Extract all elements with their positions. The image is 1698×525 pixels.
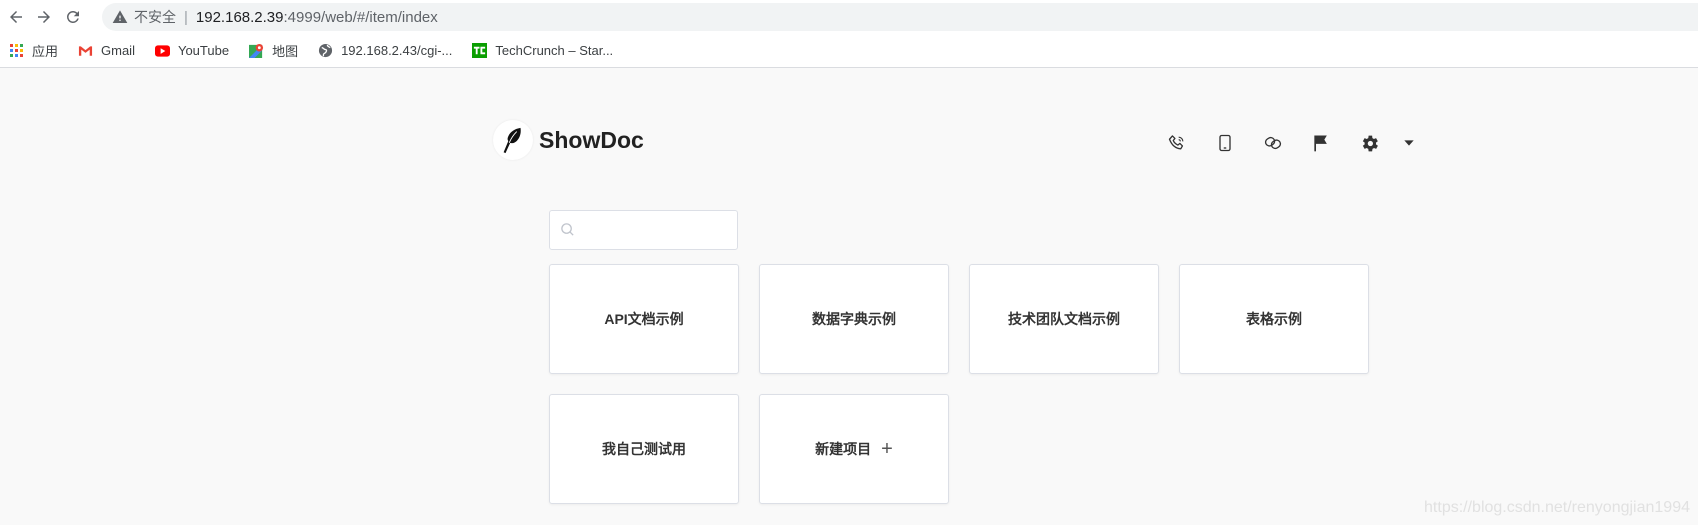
bookmark-maps[interactable]: 地图: [249, 41, 298, 60]
watermark: https://blog.csdn.net/renyongjian1994: [1424, 499, 1690, 516]
arrow-right-icon: [38, 11, 50, 23]
bookmark-label: YouTube: [177, 43, 230, 58]
phone-button[interactable]: [1165, 131, 1189, 155]
mobile-button[interactable]: [1213, 131, 1237, 155]
browser-toolbar: 不安全 | 192.168.2.39 :4999/web/#/item/inde…: [0, 0, 1698, 34]
forward-button[interactable]: [31, 4, 57, 30]
link-icon: [1264, 136, 1282, 150]
new-project-label: 新建项目: [815, 441, 872, 457]
project-card-my-test[interactable]: 我自己测试用: [549, 394, 739, 504]
arrow-left-icon: [10, 11, 22, 23]
bookmark-label: 地图: [272, 44, 299, 59]
app-name: ShowDoc: [539, 126, 644, 153]
bookmark-apps[interactable]: 应用: [9, 41, 58, 60]
caret-down-icon: [1404, 140, 1414, 146]
project-title: 我自己测试用: [602, 441, 686, 457]
bookmark-label: 应用: [32, 44, 59, 59]
search-box[interactable]: [549, 210, 738, 250]
warning-icon: [112, 9, 128, 25]
search-icon: [560, 222, 576, 238]
youtube-icon: [154, 43, 170, 58]
url-path: :4999/web/#/item/index: [283, 8, 438, 26]
apps-grid-icon: [9, 43, 24, 58]
new-project-button[interactable]: 新建项目 +: [759, 394, 949, 504]
link-button[interactable]: [1261, 131, 1285, 155]
project-title: 表格示例: [1246, 311, 1302, 327]
bookmark-label: Gmail: [101, 43, 135, 58]
project-card-team-doc[interactable]: 技术团队文档示例: [969, 264, 1159, 374]
flag-icon: [1314, 135, 1327, 152]
gear-icon: [1362, 135, 1378, 151]
bookmark-label: 192.168.2.43/cgi-...: [341, 43, 453, 58]
bookmark-gmail[interactable]: Gmail: [78, 43, 135, 58]
gmail-icon: [78, 43, 93, 58]
plus-icon: +: [881, 437, 893, 460]
project-card-api-doc[interactable]: API文档示例: [549, 264, 739, 374]
search-input[interactable]: [582, 221, 736, 239]
project-card-data-dictionary[interactable]: 数据字典示例: [759, 264, 949, 374]
bookmarks-bar: 应用 Gmail YouTube 地图 192.168.2.43/cgi-...…: [0, 34, 1698, 68]
settings-button[interactable]: [1357, 131, 1381, 155]
flag-button[interactable]: [1309, 131, 1333, 155]
mobile-icon: [1219, 134, 1231, 152]
back-button[interactable]: [3, 4, 29, 30]
bookmark-label: TechCrunch – Star...: [495, 43, 614, 58]
phone-icon: [1168, 135, 1184, 150]
project-title: 技术团队文档示例: [1008, 311, 1120, 327]
maps-icon: [249, 43, 264, 58]
project-title: 数据字典示例: [812, 311, 896, 327]
reload-icon: [66, 10, 79, 23]
user-menu-toggle[interactable]: [1397, 131, 1421, 155]
address-bar[interactable]: 不安全 | 192.168.2.39 :4999/web/#/item/inde…: [102, 3, 1698, 31]
security-label[interactable]: 不安全: [134, 7, 176, 27]
globe-icon: [318, 43, 333, 58]
project-title: API文档示例: [604, 311, 684, 327]
bookmark-cgi[interactable]: 192.168.2.43/cgi-...: [318, 43, 452, 58]
address-separator: |: [184, 8, 188, 26]
bookmark-techcrunch[interactable]: TechCrunch – Star...: [472, 43, 613, 58]
bookmark-youtube[interactable]: YouTube: [154, 43, 230, 58]
techcrunch-icon: [472, 43, 488, 58]
app-logo[interactable]: ShowDoc: [493, 120, 644, 160]
reload-button[interactable]: [60, 4, 86, 30]
url-host: 192.168.2.39: [195, 8, 284, 26]
project-card-table[interactable]: 表格示例: [1179, 264, 1369, 374]
feather-icon: [493, 120, 533, 160]
